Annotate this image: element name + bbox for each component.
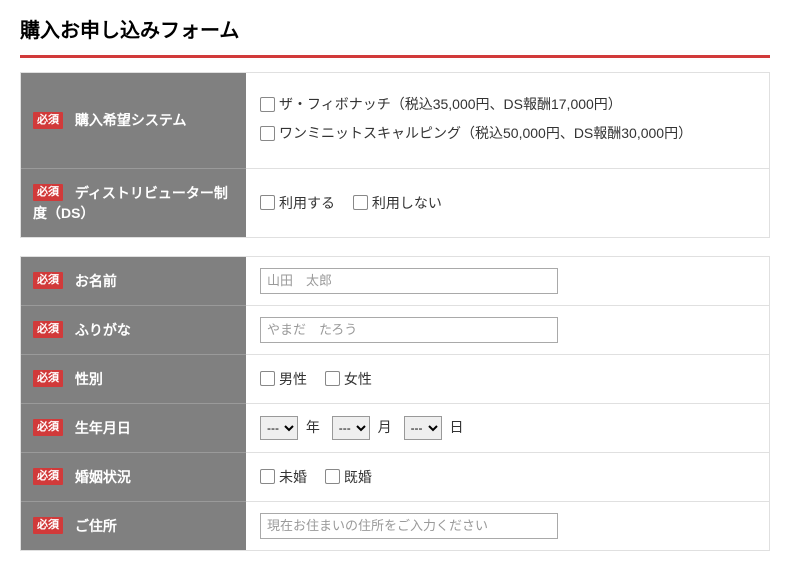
required-badge: 必須 bbox=[33, 517, 63, 534]
required-badge: 必須 bbox=[33, 112, 63, 129]
value-name bbox=[246, 257, 769, 305]
required-badge: 必須 bbox=[33, 184, 63, 201]
label-marital: 必須 婚姻状況 bbox=[21, 452, 246, 501]
marital-married-label: 既婚 bbox=[344, 467, 372, 487]
marital-checkbox-single[interactable] bbox=[260, 469, 275, 484]
value-furigana bbox=[246, 305, 769, 354]
value-ds: 利用する 利用しない bbox=[246, 168, 769, 237]
label-text-marital: 婚姻状況 bbox=[75, 469, 131, 485]
form-block-1: 必須 購入希望システム ザ・フィボナッチ（税込35,000円、DS報酬17,00… bbox=[20, 72, 770, 238]
label-text-system: 購入希望システム bbox=[75, 112, 187, 128]
birth-month-select[interactable]: --- bbox=[332, 416, 370, 440]
furigana-input[interactable] bbox=[260, 317, 558, 343]
label-ds: 必須 ディストリビューター制度（DS） bbox=[21, 168, 246, 237]
form-block-2: 必須 お名前 必須 ふりがな 必須 性別 男 bbox=[20, 256, 770, 551]
page-title: 購入お申し込みフォーム bbox=[20, 14, 770, 43]
birth-day-select[interactable]: --- bbox=[404, 416, 442, 440]
required-badge: 必須 bbox=[33, 321, 63, 338]
label-text-furigana: ふりがな bbox=[75, 322, 131, 338]
birth-month-unit: 月 bbox=[378, 419, 392, 435]
birth-day-unit: 日 bbox=[449, 419, 463, 435]
ds-option-2-label: 利用しない bbox=[372, 193, 442, 213]
ds-option-1[interactable]: 利用する bbox=[260, 193, 335, 213]
label-name: 必須 お名前 bbox=[21, 257, 246, 305]
birth-year-select[interactable]: --- bbox=[260, 416, 298, 440]
required-badge: 必須 bbox=[33, 419, 63, 436]
ds-checkbox-1[interactable] bbox=[260, 195, 275, 210]
label-system: 必須 購入希望システム bbox=[21, 73, 246, 168]
value-marital: 未婚 既婚 bbox=[246, 452, 769, 501]
system-option-2[interactable]: ワンミニットスキャルピング（税込50,000円、DS報酬30,000円） bbox=[260, 120, 692, 147]
ds-option-1-label: 利用する bbox=[279, 193, 335, 213]
value-gender: 男性 女性 bbox=[246, 354, 769, 403]
address-input[interactable] bbox=[260, 513, 558, 539]
system-option-1-label: ザ・フィボナッチ（税込35,000円、DS報酬17,000円） bbox=[279, 91, 622, 118]
label-birth: 必須 生年月日 bbox=[21, 403, 246, 452]
gender-option-female[interactable]: 女性 bbox=[325, 369, 372, 389]
name-input[interactable] bbox=[260, 268, 558, 294]
system-option-1[interactable]: ザ・フィボナッチ（税込35,000円、DS報酬17,000円） bbox=[260, 91, 622, 118]
value-system: ザ・フィボナッチ（税込35,000円、DS報酬17,000円） ワンミニットスキ… bbox=[246, 73, 769, 168]
label-furigana: 必須 ふりがな bbox=[21, 305, 246, 354]
marital-single-label: 未婚 bbox=[279, 467, 307, 487]
gender-female-label: 女性 bbox=[344, 369, 372, 389]
label-text-gender: 性別 bbox=[75, 371, 103, 387]
ds-option-2[interactable]: 利用しない bbox=[353, 193, 442, 213]
required-badge: 必須 bbox=[33, 272, 63, 289]
label-text-address: ご住所 bbox=[75, 518, 117, 534]
marital-checkbox-married[interactable] bbox=[325, 469, 340, 484]
marital-option-married[interactable]: 既婚 bbox=[325, 467, 372, 487]
label-gender: 必須 性別 bbox=[21, 354, 246, 403]
value-birth: --- 年 --- 月 --- 日 bbox=[246, 403, 769, 452]
title-underline bbox=[20, 55, 770, 58]
required-badge: 必須 bbox=[33, 370, 63, 387]
gender-checkbox-male[interactable] bbox=[260, 371, 275, 386]
label-address: 必須 ご住所 bbox=[21, 501, 246, 550]
label-text-birth: 生年月日 bbox=[75, 420, 131, 436]
birth-year-unit: 年 bbox=[306, 419, 320, 435]
required-badge: 必須 bbox=[33, 468, 63, 485]
system-option-2-label: ワンミニットスキャルピング（税込50,000円、DS報酬30,000円） bbox=[279, 120, 692, 147]
system-checkbox-1[interactable] bbox=[260, 97, 275, 112]
label-text-name: お名前 bbox=[75, 273, 117, 289]
gender-checkbox-female[interactable] bbox=[325, 371, 340, 386]
value-address bbox=[246, 501, 769, 550]
ds-checkbox-2[interactable] bbox=[353, 195, 368, 210]
gender-male-label: 男性 bbox=[279, 369, 307, 389]
system-checkbox-2[interactable] bbox=[260, 126, 275, 141]
gender-option-male[interactable]: 男性 bbox=[260, 369, 307, 389]
marital-option-single[interactable]: 未婚 bbox=[260, 467, 307, 487]
